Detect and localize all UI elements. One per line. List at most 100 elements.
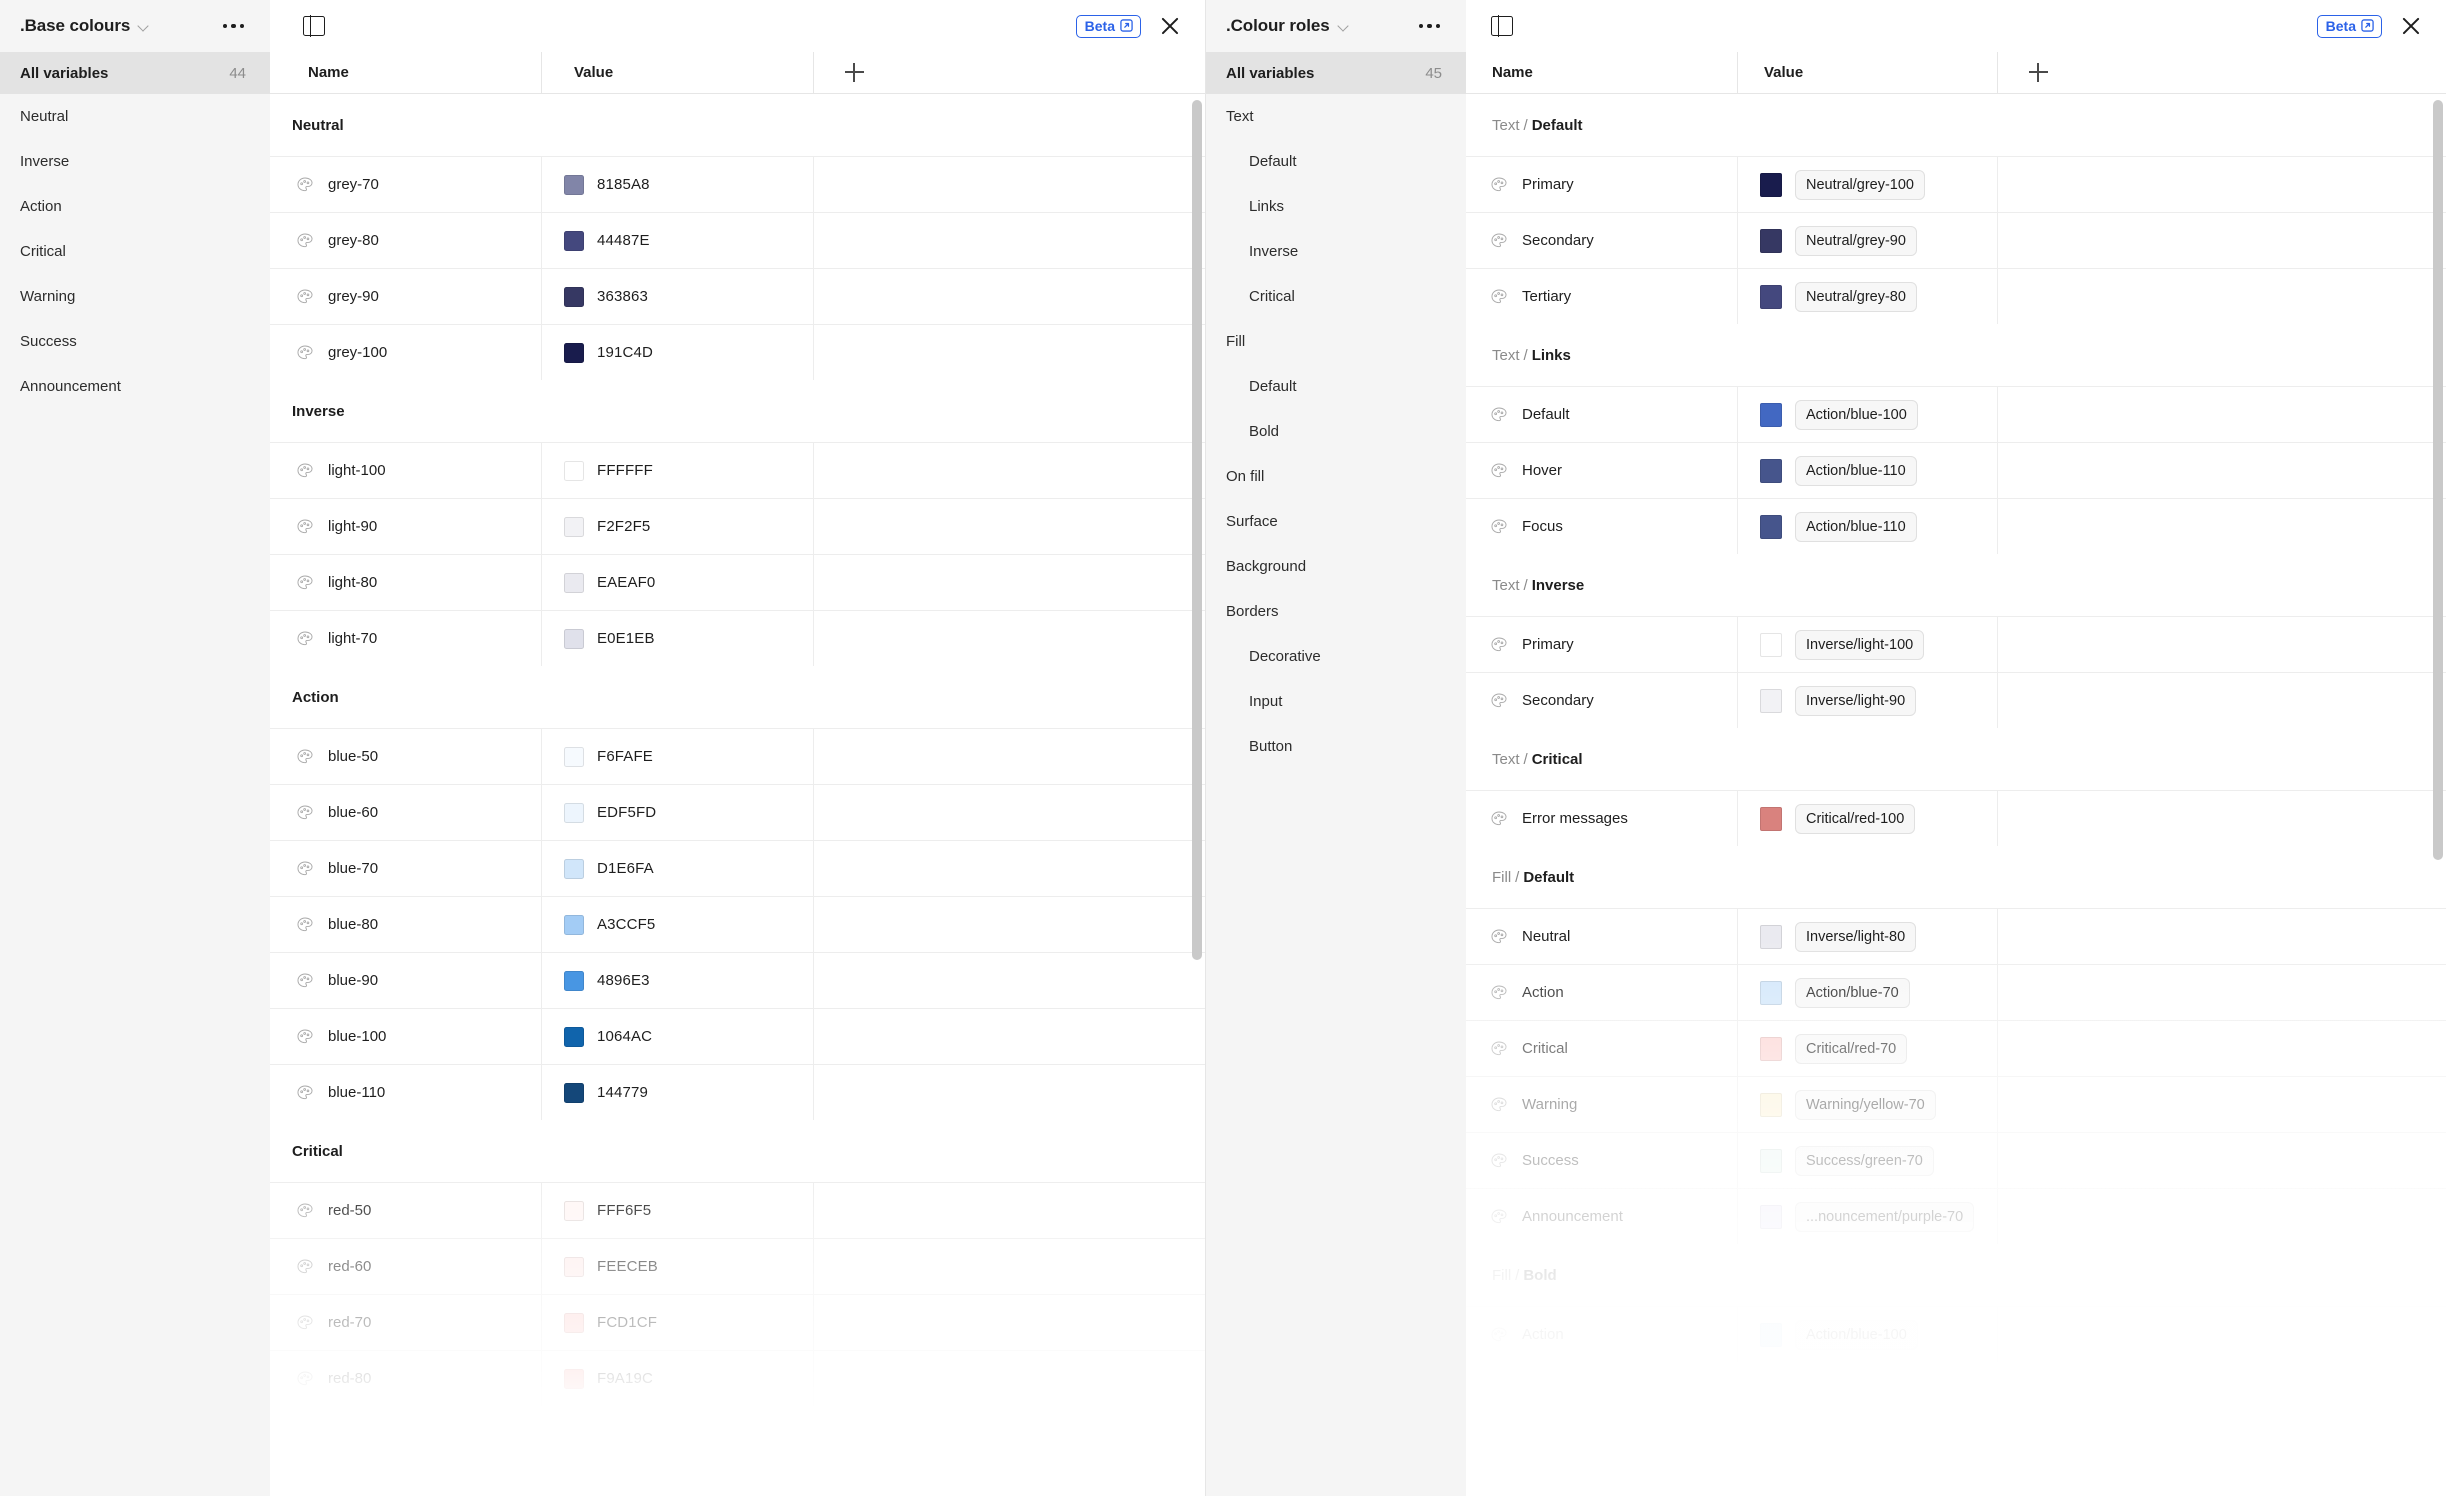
table-row[interactable]: Primary Inverse/light-100: [1466, 616, 2446, 672]
alias-chip[interactable]: Inverse/light-90: [1795, 685, 1917, 716]
variable-extra-cell[interactable]: [814, 1351, 1205, 1406]
close-icon-right[interactable]: [2398, 13, 2424, 39]
alias-chip[interactable]: ...nouncement/purple-70: [1795, 1201, 1975, 1232]
color-swatch[interactable]: [564, 858, 584, 879]
close-icon-left[interactable]: [1157, 13, 1183, 39]
variable-extra-cell[interactable]: [1998, 965, 2446, 1020]
variable-extra-cell[interactable]: [814, 499, 1205, 554]
sidebar-item-input-right[interactable]: Input: [1206, 679, 1466, 724]
variable-extra-cell[interactable]: [814, 1065, 1205, 1120]
table-row[interactable]: light-70 E0E1EB: [270, 610, 1205, 666]
column-header-value-left[interactable]: Value: [542, 52, 814, 93]
table-row[interactable]: grey-70 8185A8: [270, 156, 1205, 212]
color-swatch[interactable]: [564, 628, 584, 649]
variable-value-cell[interactable]: FFF6F5: [542, 1183, 814, 1238]
table-row[interactable]: Tertiary Neutral/grey-80: [1466, 268, 2446, 324]
sidebar-item-button-right[interactable]: Button: [1206, 724, 1466, 769]
color-swatch[interactable]: [564, 286, 584, 307]
sidebar-item-critical-right[interactable]: Critical: [1206, 274, 1466, 319]
sidebar-item-links-right[interactable]: Links: [1206, 184, 1466, 229]
chevron-down-icon[interactable]: [138, 20, 150, 32]
sidebar-item-text-right[interactable]: Text: [1206, 94, 1466, 139]
variable-extra-cell[interactable]: [1998, 213, 2446, 268]
variable-name-cell[interactable]: blue-80: [270, 897, 542, 952]
color-swatch[interactable]: [564, 914, 584, 935]
variable-value-cell[interactable]: Critical/red-100: [1738, 791, 1998, 846]
table-row[interactable]: Focus Action/blue-110: [1466, 498, 2446, 554]
color-swatch[interactable]: [1760, 402, 1782, 427]
variable-value-cell[interactable]: Action/blue-100: [1738, 387, 1998, 442]
variable-value-cell[interactable]: 8185A8: [542, 157, 814, 212]
sidebar-item-success-left[interactable]: Success: [0, 319, 270, 364]
add-column-button-right[interactable]: [1998, 52, 2446, 93]
sidebar-item-on-fill-right[interactable]: On fill: [1206, 454, 1466, 499]
color-swatch[interactable]: [1760, 980, 1782, 1005]
alias-chip[interactable]: Inverse/light-100: [1795, 629, 1925, 660]
variable-name-cell[interactable]: blue-100: [270, 1009, 542, 1064]
variable-name-cell[interactable]: blue-50: [270, 729, 542, 784]
variable-value-cell[interactable]: 44487E: [542, 213, 814, 268]
sidebar-item-all-variables-left[interactable]: All variables 44: [0, 52, 270, 94]
column-header-name-left[interactable]: Name: [270, 52, 542, 93]
variable-value-cell[interactable]: Action/blue-110: [1738, 499, 1998, 554]
variable-name-cell[interactable]: light-80: [270, 555, 542, 610]
variable-extra-cell[interactable]: [1998, 499, 2446, 554]
variable-value-cell[interactable]: EDF5FD: [542, 785, 814, 840]
variable-extra-cell[interactable]: [1998, 1307, 2446, 1362]
variable-name-cell[interactable]: Warning: [1466, 1077, 1738, 1132]
alias-chip[interactable]: Neutral/grey-90: [1795, 225, 1917, 256]
variable-value-cell[interactable]: F9A19C: [542, 1351, 814, 1406]
beta-badge-left[interactable]: Beta: [1075, 14, 1141, 38]
table-row[interactable]: red-50 FFF6F5: [270, 1182, 1205, 1238]
variable-extra-cell[interactable]: [814, 213, 1205, 268]
variable-value-cell[interactable]: F2F2F5: [542, 499, 814, 554]
table-row[interactable]: Warning Warning/yellow-70: [1466, 1076, 2446, 1132]
variable-name-cell[interactable]: Neutral: [1466, 909, 1738, 964]
sidebar-item-decorative-right[interactable]: Decorative: [1206, 634, 1466, 679]
table-row[interactable]: red-70 FCD1CF: [270, 1294, 1205, 1350]
variable-name-cell[interactable]: Critical: [1466, 1021, 1738, 1076]
table-row[interactable]: blue-110 144779: [270, 1064, 1205, 1120]
color-swatch[interactable]: [1760, 806, 1782, 831]
table-row[interactable]: grey-80 44487E: [270, 212, 1205, 268]
variable-name-cell[interactable]: Tertiary: [1466, 269, 1738, 324]
variable-value-cell[interactable]: Neutral/grey-90: [1738, 213, 1998, 268]
color-swatch[interactable]: [564, 572, 584, 593]
more-options-icon[interactable]: [222, 23, 249, 29]
table-row[interactable]: Announcement ...nouncement/purple-70: [1466, 1188, 2446, 1244]
table-row[interactable]: Success Success/green-70: [1466, 1132, 2446, 1188]
collection-selector-right[interactable]: .Colour roles: [1206, 0, 1466, 52]
variable-value-cell[interactable]: Success/green-70: [1738, 1133, 1998, 1188]
table-row[interactable]: light-80 EAEAF0: [270, 554, 1205, 610]
table-row[interactable]: Action Action/blue-70: [1466, 964, 2446, 1020]
variable-name-cell[interactable]: Secondary: [1466, 213, 1738, 268]
variable-name-cell[interactable]: blue-60: [270, 785, 542, 840]
sidebar-item-critical-left[interactable]: Critical: [0, 229, 270, 274]
variable-value-cell[interactable]: D1E6FA: [542, 841, 814, 896]
variable-extra-cell[interactable]: [1998, 443, 2446, 498]
variable-value-cell[interactable]: 4896E3: [542, 953, 814, 1008]
color-swatch[interactable]: [1760, 688, 1782, 713]
variable-extra-cell[interactable]: [814, 325, 1205, 380]
variable-name-cell[interactable]: grey-100: [270, 325, 542, 380]
variable-value-cell[interactable]: E0E1EB: [542, 611, 814, 666]
variable-extra-cell[interactable]: [814, 897, 1205, 952]
color-swatch[interactable]: [1760, 1148, 1782, 1173]
color-swatch[interactable]: [564, 174, 584, 195]
variable-name-cell[interactable]: red-80: [270, 1351, 542, 1406]
color-swatch[interactable]: [564, 1312, 584, 1333]
variable-extra-cell[interactable]: [1998, 1021, 2446, 1076]
color-swatch[interactable]: [564, 230, 584, 251]
variable-value-cell[interactable]: 1064AC: [542, 1009, 814, 1064]
variable-extra-cell[interactable]: [814, 555, 1205, 610]
variable-extra-cell[interactable]: [1998, 791, 2446, 846]
alias-chip[interactable]: Neutral/grey-100: [1795, 169, 1925, 200]
variable-name-cell[interactable]: light-90: [270, 499, 542, 554]
variable-extra-cell[interactable]: [1998, 1189, 2446, 1244]
variable-name-cell[interactable]: Success: [1466, 1133, 1738, 1188]
sidebar-item-surface-right[interactable]: Surface: [1206, 499, 1466, 544]
table-row[interactable]: light-90 F2F2F5: [270, 498, 1205, 554]
variable-name-cell[interactable]: light-70: [270, 611, 542, 666]
alias-chip[interactable]: Action/blue-100: [1795, 399, 1918, 430]
alias-chip[interactable]: Neutral/grey-80: [1795, 281, 1917, 312]
